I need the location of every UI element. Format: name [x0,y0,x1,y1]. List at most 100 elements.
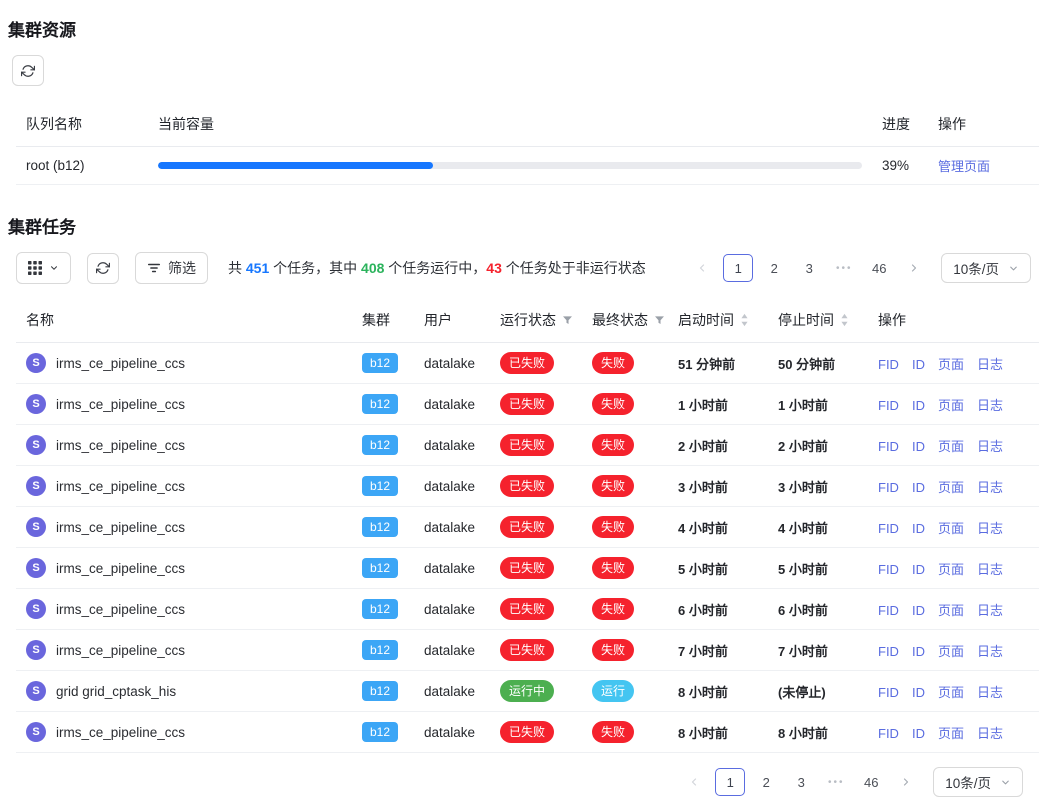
start-time: 3 小时前 [668,466,768,507]
pagination-prev-icon[interactable] [688,254,716,282]
col-start-time: 启动时间 [668,298,768,343]
pagination-page-1[interactable]: 1 [723,254,753,282]
cluster-resources-table: 队列名称 当前容量 进度 操作 root (b12) 39% 管理页面 [16,102,1039,185]
run-status-badge: 已失败 [500,475,554,497]
column-settings-button[interactable] [16,252,71,284]
task-action-id[interactable]: ID [912,398,925,413]
task-name: irms_ce_pipeline_ccs [56,643,185,658]
progress-value: 39% [872,147,928,185]
resources-refresh-button[interactable] [12,55,44,86]
start-time: 2 小时前 [668,425,768,466]
task-action-id[interactable]: ID [912,521,925,536]
task-action-log[interactable]: 日志 [977,398,1003,413]
row-actions: FID ID 页面日志 [868,630,1039,671]
task-user: datalake [414,466,490,507]
task-action-page[interactable]: 页面 [938,603,964,618]
task-action-id[interactable]: ID [912,726,925,741]
cluster-badge: b12 [362,640,398,660]
col-user: 用户 [414,298,490,343]
refresh-icon [96,261,110,275]
table-row: S irms_ce_pipeline_ccs b12 datalake 已失败 … [16,507,1039,548]
final-status-badge: 失败 [592,434,634,456]
cluster-badge: b12 [362,558,398,578]
task-action-id[interactable]: ID [912,603,925,618]
task-action-fid[interactable]: FID [878,685,899,700]
pagination-page-3[interactable]: 3 [787,768,815,796]
final-status-badge: 失败 [592,598,634,620]
pagination-page-2[interactable]: 2 [760,254,788,282]
pagination-page-2[interactable]: 2 [752,768,780,796]
run-status-badge: 已失败 [500,557,554,579]
task-action-page[interactable]: 页面 [938,726,964,741]
task-action-id[interactable]: ID [912,357,925,372]
task-action-log[interactable]: 日志 [977,726,1003,741]
pagination-next-icon[interactable] [892,768,920,796]
table-row: S irms_ce_pipeline_ccs b12 datalake 已失败 … [16,466,1039,507]
task-action-fid[interactable]: FID [878,521,899,536]
row-actions: FID ID 页面日志 [868,466,1039,507]
task-action-fid[interactable]: FID [878,644,899,659]
task-action-log[interactable]: 日志 [977,603,1003,618]
task-action-page[interactable]: 页面 [938,439,964,454]
pagination-page-46[interactable]: 46 [865,254,893,282]
col-cluster: 集群 [352,298,414,343]
pagination-prev-icon[interactable] [680,768,708,796]
task-action-log[interactable]: 日志 [977,685,1003,700]
task-action-log[interactable]: 日志 [977,439,1003,454]
task-action-page[interactable]: 页面 [938,562,964,577]
sort-carets-icon[interactable] [840,313,849,327]
task-action-page[interactable]: 页面 [938,644,964,659]
task-action-page[interactable]: 页面 [938,480,964,495]
task-action-fid[interactable]: FID [878,480,899,495]
task-action-fid[interactable]: FID [878,398,899,413]
filter-funnel-icon[interactable] [654,315,665,326]
pagination: 123•••4610条/页 [680,767,1023,797]
filter-button[interactable]: 筛选 [135,252,208,284]
task-action-log[interactable]: 日志 [977,521,1003,536]
page: 集群资源 队列名称 当前容量 进度 操作 root (b12) [0,0,1039,807]
task-action-page[interactable]: 页面 [938,521,964,536]
table-row: S irms_ce_pipeline_ccs b12 datalake 已失败 … [16,425,1039,466]
task-action-page[interactable]: 页面 [938,357,964,372]
row-actions: FID ID 页面日志 [868,548,1039,589]
tasks-refresh-button[interactable] [87,253,119,284]
pagination-page-46[interactable]: 46 [857,768,885,796]
manage-page-link[interactable]: 管理页面 [938,159,990,174]
summary-text: 共 [228,260,246,276]
task-action-fid[interactable]: FID [878,603,899,618]
task-action-fid[interactable]: FID [878,439,899,454]
page-size-select[interactable]: 10条/页 [941,253,1031,283]
task-action-fid[interactable]: FID [878,726,899,741]
tasks-header-row: 名称 集群 用户 运行状态 最终状态 启动时间 停止时间 操作 [16,298,1039,343]
task-user: datalake [414,548,490,589]
task-action-id[interactable]: ID [912,480,925,495]
col-task-actions: 操作 [868,298,1039,343]
filter-icon [147,261,161,275]
task-action-log[interactable]: 日志 [977,357,1003,372]
task-action-id[interactable]: ID [912,439,925,454]
filter-funnel-icon[interactable] [562,315,573,326]
page-size-label: 10条/页 [945,772,991,792]
task-action-log[interactable]: 日志 [977,562,1003,577]
task-action-id[interactable]: ID [912,685,925,700]
page-size-select[interactable]: 10条/页 [933,767,1023,797]
task-action-fid[interactable]: FID [878,357,899,372]
task-action-page[interactable]: 页面 [938,685,964,700]
pagination-next-icon[interactable] [900,254,928,282]
spark-avatar-icon: S [26,599,46,619]
task-action-fid[interactable]: FID [878,562,899,577]
task-action-log[interactable]: 日志 [977,480,1003,495]
task-action-id[interactable]: ID [912,644,925,659]
cluster-badge: b12 [362,681,398,701]
tasks-section-title: 集群任务 [8,213,1031,238]
sort-carets-icon[interactable] [740,313,749,327]
task-action-log[interactable]: 日志 [977,644,1003,659]
cluster-badge: b12 [362,394,398,414]
stop-time: 1 小时前 [768,384,868,425]
pagination-page-1[interactable]: 1 [715,768,745,796]
task-action-id[interactable]: ID [912,562,925,577]
pagination-page-3[interactable]: 3 [795,254,823,282]
table-row: S irms_ce_pipeline_ccs b12 datalake 已失败 … [16,712,1039,753]
task-action-page[interactable]: 页面 [938,398,964,413]
chevron-down-icon [49,263,59,273]
